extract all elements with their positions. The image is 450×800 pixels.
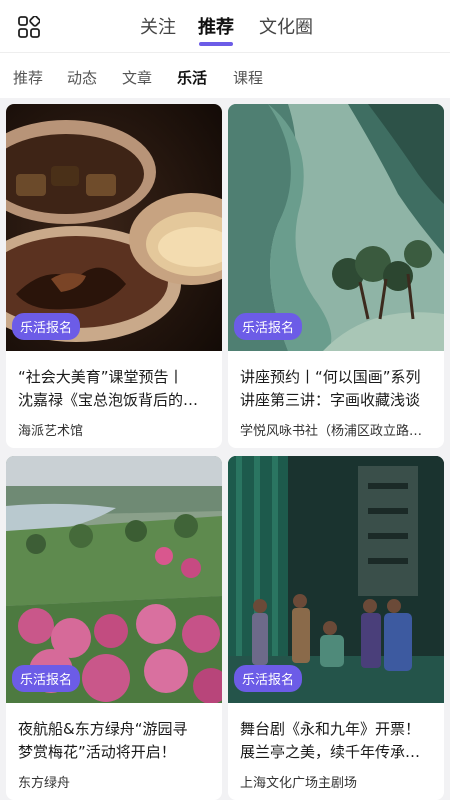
- card-title: “社会大美育”课堂预告丨 沈嘉禄《宝总泡饭背后的…: [18, 366, 216, 412]
- signup-badge: 乐活报名: [12, 665, 81, 692]
- card-title-line2: 展兰亭之美，续千年传承…: [240, 743, 421, 761]
- card-title-line2: 讲座第三讲：字画收藏浅谈: [240, 391, 421, 409]
- tab-follow[interactable]: 关注: [140, 13, 176, 39]
- card-title-line2: 梦赏梅花”活动将开启！: [18, 743, 176, 761]
- card-image-food: 乐活报名: [6, 104, 222, 351]
- tab-culture-circle[interactable]: 文化圈: [259, 13, 313, 39]
- feed-card[interactable]: 乐活报名 “社会大美育”课堂预告丨 沈嘉禄《宝总泡饭背后的… 海派艺术馆: [6, 104, 222, 448]
- card-title-line2: 沈嘉禄《宝总泡饭背后的…: [18, 391, 199, 409]
- subtab-dynamics[interactable]: 动态: [67, 67, 97, 88]
- card-author[interactable]: 学悦风咏书社（杨浦区政立路…: [240, 420, 438, 439]
- card-author[interactable]: 上海文化广场主剧场: [240, 772, 438, 791]
- card-image-painting: 乐活报名: [228, 104, 444, 351]
- feed-card[interactable]: 乐活报名 夜航船&东方绿舟“游园寻 梦赏梅花”活动将开启！ 东方绿舟: [6, 456, 222, 800]
- subtab-recommend[interactable]: 推荐: [13, 67, 43, 88]
- subtab-lehuo[interactable]: 乐活: [177, 67, 207, 88]
- subtab-courses[interactable]: 课程: [233, 67, 263, 88]
- card-title: 舞台剧《永和九年》开票！ 展兰亭之美，续千年传承…: [240, 718, 438, 764]
- card-image-park: 乐活报名: [6, 456, 222, 703]
- feed-card[interactable]: 乐活报名 舞台剧《永和九年》开票！ 展兰亭之美，续千年传承… 上海文化广场主剧场: [228, 456, 444, 800]
- top-bar: 关注 推荐 文化圈: [0, 0, 450, 52]
- active-tab-indicator: [199, 42, 233, 46]
- signup-badge: 乐活报名: [234, 313, 303, 340]
- card-title: 讲座预约丨“何以国画”系列 讲座第三讲：字画收藏浅谈: [240, 366, 438, 412]
- card-title: 夜航船&东方绿舟“游园寻 梦赏梅花”活动将开启！: [18, 718, 216, 764]
- category-bar: 推荐 动态 文章 乐活 课程: [0, 52, 450, 98]
- card-image-stage: 乐活报名: [228, 456, 444, 703]
- card-title-line1: “社会大美育”课堂预告丨: [18, 368, 184, 386]
- card-title-line1: 舞台剧《永和九年》开票！: [240, 720, 421, 738]
- signup-badge: 乐活报名: [234, 665, 303, 692]
- tab-recommend[interactable]: 推荐: [198, 13, 234, 39]
- card-author[interactable]: 东方绿舟: [18, 772, 216, 791]
- signup-badge: 乐活报名: [12, 313, 81, 340]
- card-title-line1: 夜航船&东方绿舟“游园寻: [18, 720, 188, 738]
- card-author[interactable]: 海派艺术馆: [18, 420, 216, 439]
- subtab-articles[interactable]: 文章: [122, 67, 152, 88]
- apps-grid-icon[interactable]: [18, 16, 40, 38]
- feed-card[interactable]: 乐活报名 讲座预约丨“何以国画”系列 讲座第三讲：字画收藏浅谈 学悦风咏书社（杨…: [228, 104, 444, 448]
- card-title-line1: 讲座预约丨“何以国画”系列: [240, 368, 421, 386]
